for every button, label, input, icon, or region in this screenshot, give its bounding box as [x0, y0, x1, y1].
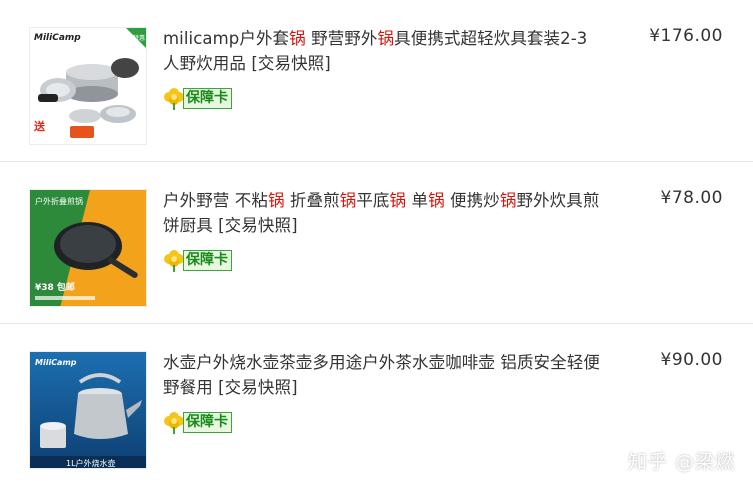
image-brand-text: MiliCamp	[35, 358, 77, 367]
image-promo-text: 送	[33, 119, 46, 133]
product-thumbnail[interactable]: MiliCamp 1L户外烧水壶	[29, 351, 147, 469]
product-title[interactable]: milicamp户外套锅 野营野外锅具便携式超轻炊具套装2-3人野炊用品 [交易…	[163, 26, 603, 76]
product-list: MiliCamp 特惠 送 milicamp户外套锅 野营野外锅具便携式超轻炊具…	[0, 0, 753, 485]
badge-label: 保障卡	[183, 411, 232, 433]
guarantee-badge[interactable]: 保障卡	[163, 86, 232, 110]
product-thumbnail[interactable]: 户外折叠煎锅 ¥38 包邮	[29, 189, 147, 307]
product-price: ¥90.00	[660, 350, 723, 370]
badge-label: 保障卡	[183, 249, 232, 271]
product-price: ¥78.00	[660, 188, 723, 208]
badge-label: 保障卡	[183, 87, 232, 109]
zhihu-watermark: 知乎 @梁燃	[627, 451, 735, 473]
frying-pan-image: 户外折叠煎锅 ¥38 包邮	[30, 190, 146, 306]
flower-badge-icon	[164, 88, 184, 110]
image-brand-text: MiliCamp	[34, 33, 81, 43]
kettle-image: MiliCamp 1L户外烧水壶	[30, 352, 146, 468]
product-row: 户外折叠煎锅 ¥38 包邮 户外野营 不粘锅 折叠煎锅平底锅 单锅 便携炒锅野外…	[0, 162, 753, 324]
guarantee-badge[interactable]: 保障卡	[163, 410, 232, 434]
image-caption-text: 1L户外烧水壶	[66, 458, 116, 468]
product-title[interactable]: 户外野营 不粘锅 折叠煎锅平底锅 单锅 便携炒锅野外炊具煎饼厨具 [交易快照]	[163, 188, 603, 238]
image-price-text: ¥38 包邮	[35, 281, 75, 293]
image-heading-text: 户外折叠煎锅	[35, 196, 83, 206]
flower-badge-icon	[164, 250, 184, 272]
product-row: MiliCamp 特惠 送 milicamp户外套锅 野营野外锅具便携式超轻炊具…	[0, 0, 753, 162]
guarantee-badge[interactable]: 保障卡	[163, 248, 232, 272]
image-tag-text: 特惠	[133, 34, 145, 42]
product-thumbnail[interactable]: MiliCamp 特惠 送	[29, 27, 147, 145]
product-price: ¥176.00	[649, 26, 723, 46]
flower-badge-icon	[164, 412, 184, 434]
cookware-set-image: MiliCamp 特惠 送	[30, 28, 146, 144]
product-title[interactable]: 水壶户外烧水壶茶壶多用途户外茶水壶咖啡壶 铝质安全轻便野餐用 [交易快照]	[163, 350, 603, 400]
